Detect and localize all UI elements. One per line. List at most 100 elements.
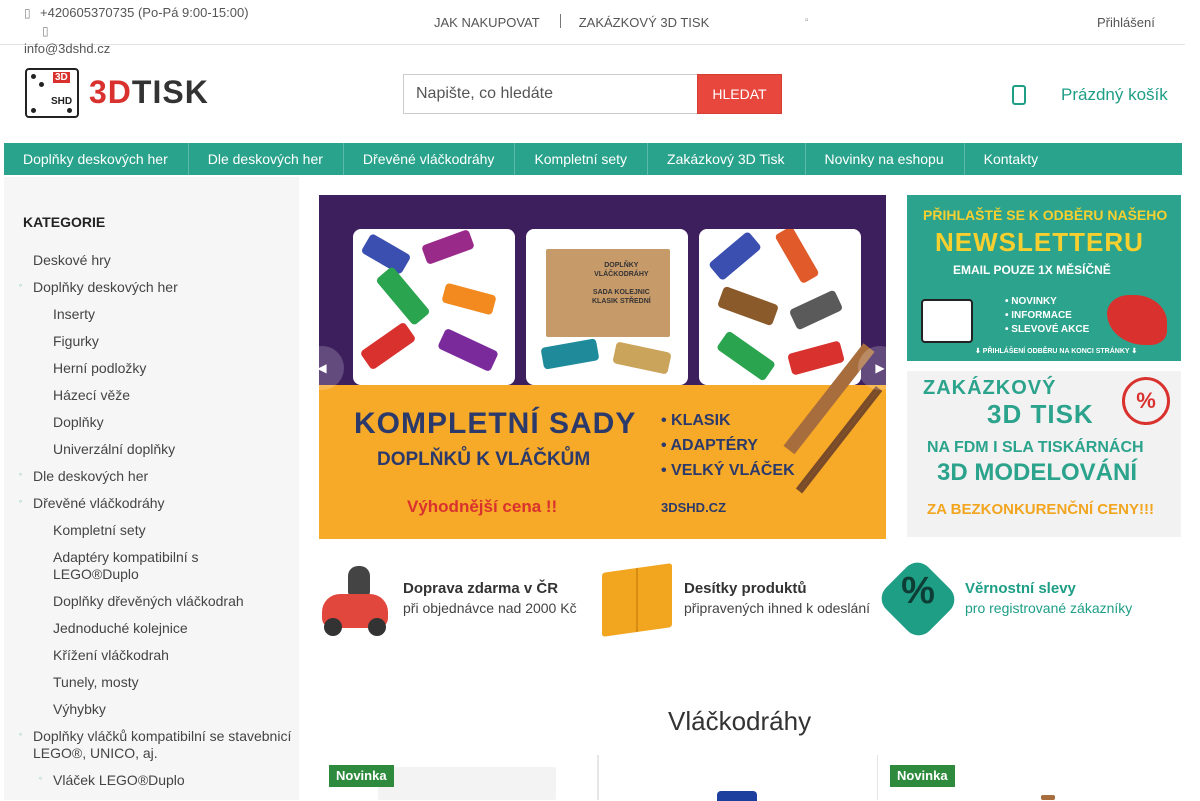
- category-item[interactable]: Jednoduché kolejnice: [4, 615, 299, 642]
- search-button[interactable]: HLEDAT: [697, 74, 782, 114]
- chevron-right-icon[interactable]: ▶: [858, 346, 902, 390]
- banner-subheadline: DOPLŇKŮ K VLÁČKŮM: [377, 449, 591, 470]
- product-card[interactable]: [598, 755, 878, 801]
- main-nav-board-game-accessories[interactable]: Doplňky deskových her: [4, 143, 189, 175]
- main-nav-contacts[interactable]: Kontakty: [965, 143, 1058, 175]
- category-label[interactable]: Jednoduché kolejnice: [53, 620, 188, 636]
- category-label[interactable]: Křížení vláčkodrah: [53, 647, 169, 663]
- contact-info: ▯ +420605370735 (Po-Pá 9:00-15:00) ▯ info…: [24, 4, 284, 58]
- promo-newsletter-sub: EMAIL POUZE 1X MĚSÍČNĚ: [953, 263, 1111, 277]
- category-label[interactable]: Doplňky dřevěných vláčkodrah: [53, 593, 244, 609]
- category-item[interactable]: Adaptéry kompatibilní s LEGO®Duplo: [4, 544, 299, 588]
- category-item[interactable]: ∘ Doplňky vláčků kompatibilní se stavebni…: [4, 723, 299, 767]
- category-item[interactable]: Kompletní sety: [4, 517, 299, 544]
- banner-bullet: • VELKÝ VLÁČEK: [661, 462, 795, 479]
- main-nav: Doplňky deskových her Dle deskových her …: [4, 143, 1182, 175]
- banner-panel-right: [699, 229, 861, 385]
- newsletter-promo[interactable]: PŘIHLAŠTĚ SE K ODBĚRU NAŠEHO NEWSLETTERU…: [907, 195, 1181, 361]
- scooter-icon: [318, 564, 392, 636]
- category-item[interactable]: Tunely, mosty: [4, 669, 299, 696]
- product-card[interactable]: Novinka: [318, 755, 598, 800]
- category-item[interactable]: ∘ Dřevěné vláčkodráhy: [4, 490, 299, 517]
- benefit-sub[interactable]: pro registrované zákazníky: [965, 600, 1132, 616]
- email-link[interactable]: info@3dshd.cz: [24, 41, 110, 56]
- main-nav-news[interactable]: Novinky na eshopu: [806, 143, 965, 175]
- category-item[interactable]: Univerzální doplňky: [4, 436, 299, 463]
- promo-custom-title: ZAKÁZKOVÝ: [923, 377, 1057, 399]
- category-label[interactable]: Inserty: [53, 306, 95, 322]
- promo-list-item: • SLEVOVÉ AKCE: [1005, 324, 1090, 335]
- category-item[interactable]: Inserty: [4, 301, 299, 328]
- benefit-title: Desítky produktů: [684, 580, 807, 597]
- search-form: HLEDAT: [403, 74, 782, 114]
- banner-bullets: • KLASIK • ADAPTÉRY • VELKÝ VLÁČEK: [661, 408, 795, 483]
- promo-list-item: • NOVINKY: [1005, 296, 1057, 307]
- category-label[interactable]: Házecí věže: [53, 387, 130, 403]
- category-label[interactable]: Dle deskových her: [33, 468, 148, 484]
- login-link[interactable]: Přihlášení: [1097, 15, 1155, 30]
- category-item[interactable]: Házecí věže: [4, 382, 299, 409]
- logo-text-tisk: TISK: [131, 74, 209, 110]
- category-item[interactable]: ∘ Dle deskových her: [4, 463, 299, 490]
- category-label[interactable]: Doplňky vláčků kompatibilní se stavebnic…: [33, 728, 291, 761]
- banner-bullet: • ADAPTÉRY: [661, 437, 758, 454]
- top-nav-how-to-buy[interactable]: JAK NAKUPOVAT: [434, 15, 540, 30]
- category-item[interactable]: Výhybky: [4, 696, 299, 723]
- category-item[interactable]: ∘ Vláček LEGO®Duplo: [4, 767, 299, 794]
- category-label[interactable]: Doplňky deskových her: [33, 279, 178, 295]
- category-label[interactable]: Adaptéry kompatibilní s LEGO®Duplo: [53, 549, 199, 582]
- discount-icon: %: [875, 556, 961, 642]
- logo-mark-shd: SHD: [51, 96, 73, 107]
- category-label[interactable]: Dřevěné vláčkodráhy: [33, 495, 165, 511]
- category-item[interactable]: Figurky: [4, 328, 299, 355]
- nav-divider: [559, 14, 561, 28]
- category-item[interactable]: Doplňky dřevěných vláčkodrah: [4, 588, 299, 615]
- product-card[interactable]: Novinka: [879, 755, 1159, 800]
- top-nav: JAK NAKUPOVAT ZAKÁZKOVÝ 3D TISK: [434, 14, 709, 30]
- category-label[interactable]: Univerzální doplňky: [53, 441, 175, 457]
- category-label[interactable]: Vláček LEGO®Duplo: [53, 772, 185, 788]
- dragon-icon: [1107, 295, 1167, 345]
- hero-banner[interactable]: DOPLŇKY VLÁČKODRÁHY SADA KOLEJNIC KLASIK ST…: [319, 195, 886, 539]
- top-nav-custom-print[interactable]: ZAKÁZKOVÝ 3D TISK: [579, 15, 710, 30]
- logo-mark-3d: 3D: [53, 72, 70, 83]
- category-item[interactable]: ∘ Doplňky deskových her: [4, 274, 299, 301]
- cart-icon: [1012, 85, 1026, 105]
- search-input[interactable]: [403, 74, 697, 114]
- promo-custom-modeling: 3D MODELOVÁNÍ: [937, 459, 1138, 486]
- percent-icon: %: [1122, 377, 1170, 425]
- promo-newsletter-heading: NEWSLETTERU: [935, 227, 1144, 257]
- category-label[interactable]: Doplňky: [53, 414, 104, 430]
- more-icon[interactable]: ▫: [805, 15, 809, 26]
- category-item[interactable]: Herní podložky: [4, 355, 299, 382]
- category-label[interactable]: Deskové hry: [33, 252, 111, 268]
- custom-print-promo[interactable]: ZAKÁZKOVÝ 3D TISK NA FDM I SLA TISKÁRNÁC…: [907, 371, 1181, 537]
- promo-list-item: • INFORMACE: [1005, 310, 1072, 321]
- mail-icon: ▯: [42, 24, 49, 38]
- category-item[interactable]: Doplňky: [4, 409, 299, 436]
- category-label[interactable]: Figurky: [53, 333, 99, 349]
- main-nav-custom-3d-print[interactable]: Zakázkový 3D Tisk: [648, 143, 806, 175]
- category-label[interactable]: Výhybky: [53, 701, 106, 717]
- banner-headline: KOMPLETNÍ SADY: [354, 407, 637, 440]
- logo-text: 3DTISK: [89, 74, 209, 111]
- category-label[interactable]: Herní podložky: [53, 360, 146, 376]
- phone-icon: ▯: [24, 6, 31, 20]
- benefit-title: Doprava zdarma v ČR: [403, 580, 559, 597]
- category-label[interactable]: Kompletní sety: [53, 522, 146, 538]
- category-item[interactable]: Křížení vláčkodrah: [4, 642, 299, 669]
- phone-number[interactable]: +420605370735 (Po-Pá 9:00-15:00): [40, 5, 249, 20]
- benefit-title[interactable]: Věrnostní slevy: [965, 580, 1076, 597]
- product-image[interactable]: [378, 767, 556, 800]
- logo-text-3d: 3D: [89, 74, 132, 110]
- main-nav-by-board-games[interactable]: Dle deskových her: [189, 143, 344, 175]
- category-label[interactable]: Tunely, mosty: [53, 674, 139, 690]
- bullet-icon: ∘: [18, 281, 24, 290]
- product-image[interactable]: [1041, 795, 1055, 800]
- logo[interactable]: 3D SHD 3DTISK: [25, 68, 211, 118]
- top-bar: ▯ +420605370735 (Po-Pá 9:00-15:00) ▯ info…: [0, 0, 1185, 56]
- main-nav-complete-sets[interactable]: Kompletní sety: [515, 143, 649, 175]
- main-nav-wooden-railways[interactable]: Dřevěné vláčkodráhy: [344, 143, 516, 175]
- chevron-left-icon[interactable]: ◀: [300, 346, 344, 390]
- category-item[interactable]: Deskové hry: [4, 247, 299, 274]
